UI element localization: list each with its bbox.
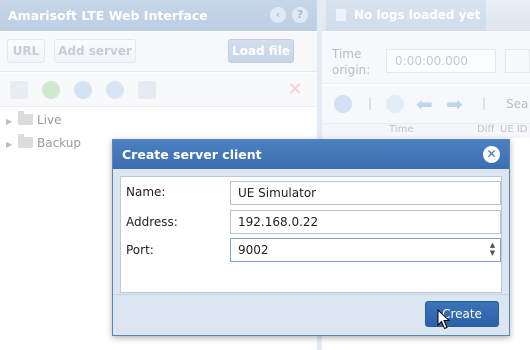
spinner-arrows-icon[interactable]: ▲ ▼	[488, 241, 497, 257]
mouse-cursor-icon	[437, 309, 451, 330]
name-field[interactable]	[230, 181, 501, 205]
dialog-header: Create server client ✕	[113, 140, 509, 169]
dialog-form: Name: Address: Port: ▲▼	[120, 176, 502, 293]
address-label: Address:	[126, 215, 178, 229]
name-label: Name:	[126, 185, 166, 199]
port-label: Port:	[126, 243, 154, 257]
create-server-dialog: Create server client ✕ Name: Address: Po…	[112, 139, 510, 336]
port-field[interactable]	[230, 238, 501, 262]
address-field[interactable]	[230, 210, 501, 234]
close-icon[interactable]: ✕	[483, 146, 500, 163]
port-stepper[interactable]: ▲▼	[230, 238, 501, 262]
dialog-title: Create server client	[122, 147, 262, 162]
